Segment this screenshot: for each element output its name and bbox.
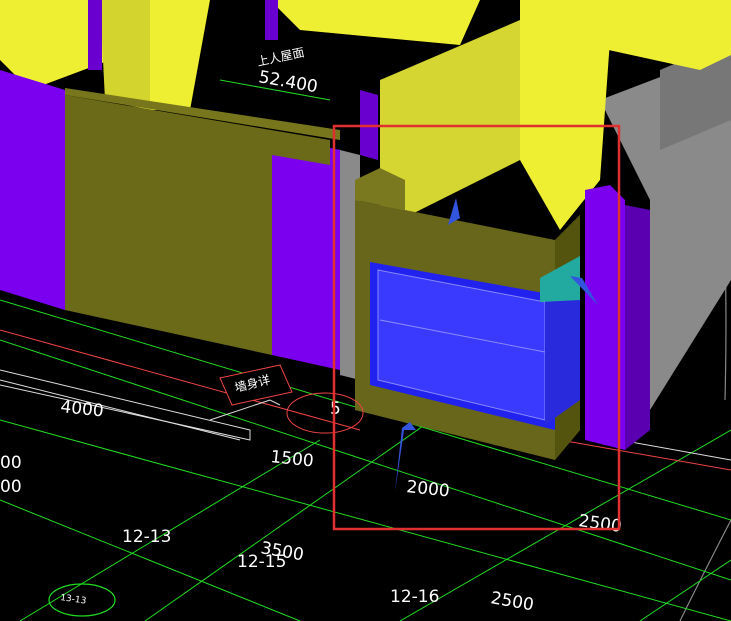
axis-label-12-16: 12-16 bbox=[390, 587, 439, 607]
circle-tag: 5 bbox=[330, 399, 341, 419]
dim-2500-b: 2500 bbox=[489, 588, 535, 615]
axis-bubble-label: 13-13 bbox=[60, 593, 87, 607]
dim-4000: 4000 bbox=[59, 397, 104, 421]
dim-partial-a: 00 bbox=[0, 453, 22, 473]
model-viewport[interactable]: 墙身详 5 上人屋面 52.400 4000 1500 2000 3500 25… bbox=[0, 0, 731, 621]
3d-scene: 墙身详 5 上人屋面 52.400 4000 1500 2000 3500 25… bbox=[0, 0, 731, 621]
dim-partial-b: 00 bbox=[0, 477, 22, 497]
axis-label-12-15: 12-15 bbox=[237, 552, 286, 572]
axis-label-12-13: 12-13 bbox=[122, 527, 171, 547]
dim-1500: 1500 bbox=[269, 447, 314, 471]
dim-2000: 2000 bbox=[405, 477, 450, 501]
dim-2500-a: 2500 bbox=[577, 511, 623, 537]
